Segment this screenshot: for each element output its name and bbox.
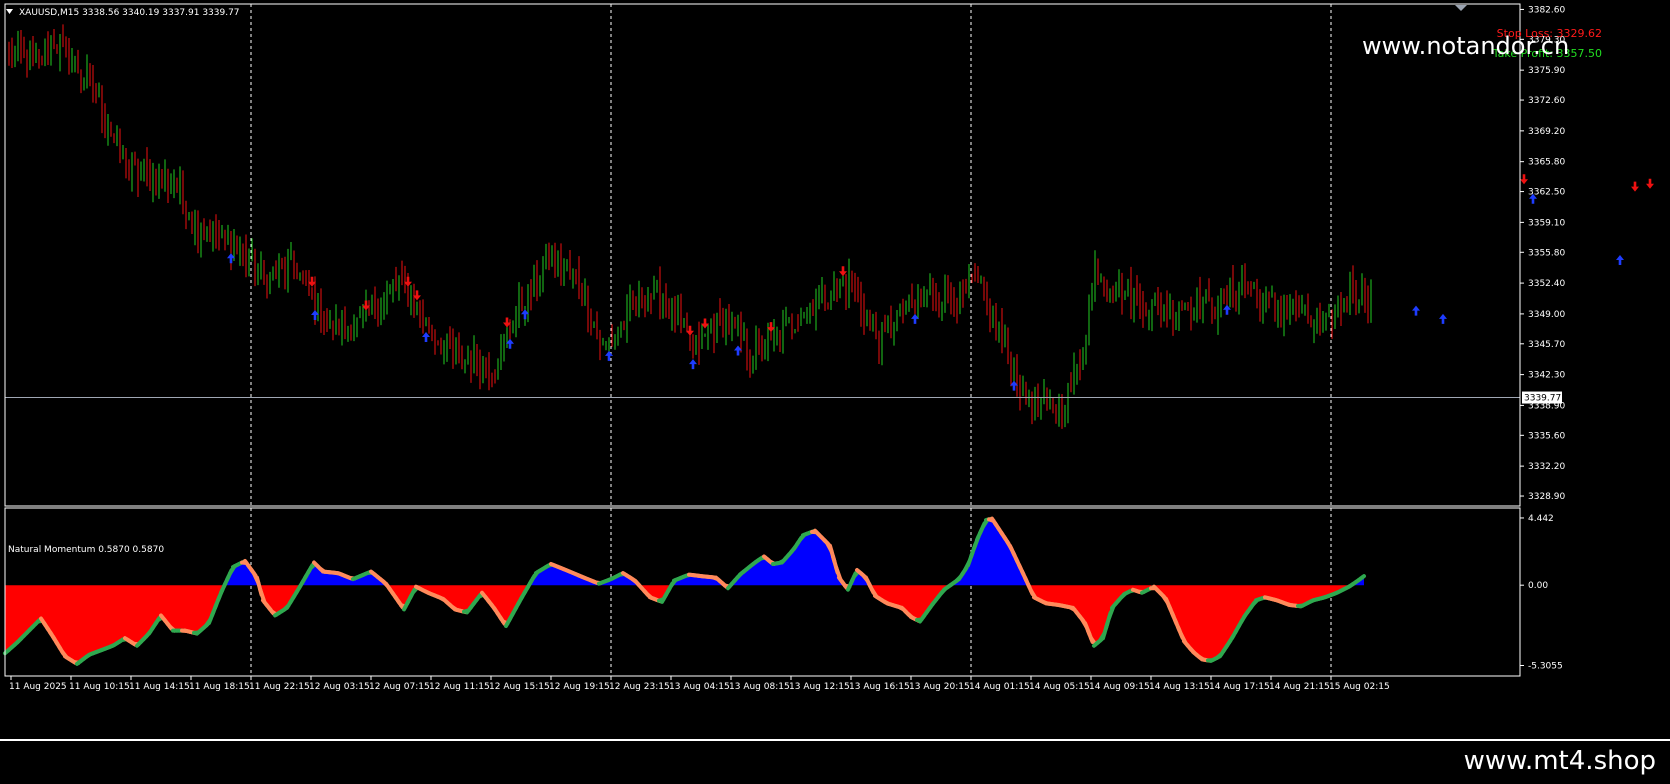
- indicator-header: Natural Momentum 0.5870 0.5870: [8, 545, 164, 555]
- time-tick-label: 14 Aug 13:15: [1149, 682, 1210, 692]
- time-tick-label: 13 Aug 08:15: [729, 682, 790, 692]
- price-tick-label: 3352.40: [1528, 279, 1565, 289]
- current-price-label: 3339.77: [1524, 394, 1561, 404]
- time-tick-label: 12 Aug 03:15: [309, 682, 370, 692]
- time-tick-label: 14 Aug 05:15: [1029, 682, 1090, 692]
- price-tick-label: 3355.80: [1528, 248, 1565, 258]
- time-tick-label: 11 Aug 2025: [9, 682, 67, 692]
- momentum-tick-label: -5.3055: [1528, 661, 1563, 671]
- price-tick-label: 3332.20: [1528, 462, 1565, 472]
- time-tick-label: 13 Aug 20:15: [909, 682, 970, 692]
- time-tick-label: 13 Aug 16:15: [849, 682, 910, 692]
- watermark-text: www.notandor.cn: [1362, 32, 1569, 60]
- time-tick-label: 12 Aug 07:15: [369, 682, 430, 692]
- time-tick-label: 11 Aug 10:15: [69, 682, 130, 692]
- trading-chart: 3382.603379.303375.903372.603369.203365.…: [0, 0, 1670, 742]
- time-tick-label: 13 Aug 04:15: [669, 682, 730, 692]
- time-tick-label: 15 Aug 02:15: [1329, 682, 1390, 692]
- price-tick-label: 3335.60: [1528, 431, 1565, 441]
- footer-bar: www.mt4.shop: [0, 742, 1670, 784]
- symbol-header: XAUUSD,M15 3338.56 3340.19 3337.91 3339.…: [19, 8, 240, 18]
- time-tick-label: 14 Aug 01:15: [969, 682, 1030, 692]
- price-tick-label: 3382.60: [1528, 5, 1565, 15]
- price-tick-label: 3369.20: [1528, 127, 1565, 137]
- price-tick-label: 3362.50: [1528, 188, 1565, 198]
- time-tick-label: 11 Aug 14:15: [129, 682, 190, 692]
- price-tick-label: 3359.10: [1528, 218, 1565, 228]
- time-tick-label: 13 Aug 12:15: [789, 682, 850, 692]
- time-tick-label: 14 Aug 09:15: [1089, 682, 1150, 692]
- momentum-tick-label: 0.00: [1528, 581, 1548, 591]
- price-tick-label: 3365.80: [1528, 158, 1565, 168]
- time-tick-label: 11 Aug 22:15: [249, 682, 310, 692]
- time-tick-label: 14 Aug 21:15: [1269, 682, 1330, 692]
- time-tick-label: 12 Aug 23:15: [609, 682, 670, 692]
- price-tick-label: 3328.90: [1528, 492, 1565, 502]
- price-tick-label: 3375.90: [1528, 66, 1565, 76]
- price-tick-label: 3372.60: [1528, 96, 1565, 106]
- time-tick-label: 14 Aug 17:15: [1209, 682, 1270, 692]
- price-tick-label: 3342.30: [1528, 371, 1565, 381]
- price-tick-label: 3349.00: [1528, 310, 1565, 320]
- footer-site: www.mt4.shop: [1463, 746, 1656, 776]
- time-tick-label: 11 Aug 18:15: [189, 682, 250, 692]
- time-tick-label: 12 Aug 11:15: [429, 682, 490, 692]
- momentum-line-segment: [1359, 574, 1366, 581]
- price-tick-label: 3345.70: [1528, 340, 1565, 350]
- momentum-tick-label: 4.442: [1528, 514, 1554, 524]
- time-tick-label: 12 Aug 15:15: [489, 682, 550, 692]
- time-tick-label: 12 Aug 19:15: [549, 682, 610, 692]
